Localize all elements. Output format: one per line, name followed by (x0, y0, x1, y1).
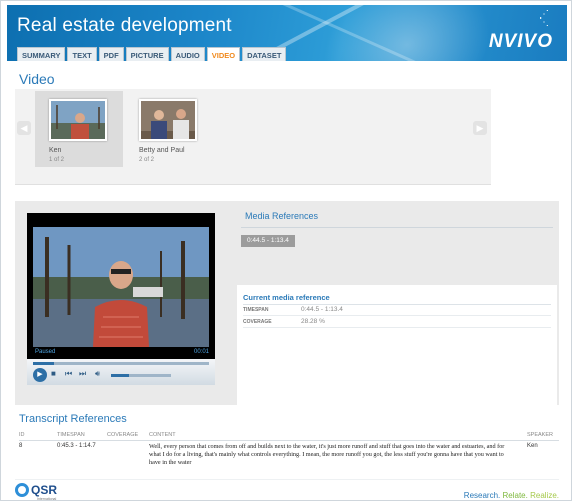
volume-icon[interactable]: 🔊︎ (95, 369, 100, 379)
divider (241, 227, 553, 228)
nvivo-logo-icon: ⋰ ⋱ (539, 9, 549, 28)
previous-icon[interactable]: ⏮ (65, 369, 72, 379)
current-reference-title: Current media reference (243, 293, 330, 302)
column-header-timespan: TIMESPAN (57, 432, 85, 438)
stop-icon[interactable]: ■ (51, 369, 56, 378)
row-key: COVERAGE (243, 319, 272, 325)
media-references-title: Media References (245, 211, 319, 221)
tab-dataset[interactable]: DATASET (242, 47, 287, 61)
current-media-reference-panel: Current media reference TIMESPAN 0:44.5 … (237, 285, 557, 405)
current-reference-row: COVERAGE 28.28 % (243, 317, 551, 328)
tagline-word: Research. (463, 491, 501, 500)
qsr-logo-icon (15, 483, 29, 497)
table-row[interactable]: 8 0:45.3 - 1:14.7 Well, every person tha… (19, 443, 559, 473)
qsr-logo-text: QSR (31, 483, 58, 497)
column-header-id: ID (19, 432, 25, 438)
video-frame[interactable] (33, 227, 209, 347)
video-player[interactable]: Paused 00:01 ▶ ■ ⏮ ⏭ 🔊︎ (27, 213, 215, 385)
player-status: Paused (35, 349, 56, 355)
player-status-bar: Paused 00:01 (27, 349, 215, 359)
media-reference-chip[interactable]: 0:44.5 - 1:13.4 (241, 235, 295, 247)
column-header-content: CONTENT (149, 432, 176, 438)
current-reference-row: TIMESPAN 0:44.5 - 1:13.4 (243, 305, 551, 316)
row-value: 28.28 % (301, 318, 325, 325)
thumbnail-name: Betty and Paul (139, 147, 185, 154)
divider (15, 479, 559, 480)
thumbnail-count: 1 of 2 (49, 157, 65, 163)
volume-slider[interactable] (111, 374, 171, 377)
app-window: Real estate development ⋰ ⋱ NVIVO SUMMARY… (0, 0, 572, 501)
cell-speaker: Ken (527, 443, 538, 449)
cell-content: Well, every person that comes from off a… (149, 443, 505, 466)
page-title: Real estate development (17, 15, 232, 36)
qsr-logo: QSR International (15, 483, 58, 501)
column-header-speaker: SPEAKER (527, 432, 553, 438)
play-icon[interactable]: ▶ (33, 368, 47, 382)
column-header-coverage: COVERAGE (107, 432, 139, 438)
cell-id: 8 (19, 443, 23, 449)
tab-summary[interactable]: SUMMARY (17, 47, 66, 61)
player-controls: ▶ ■ ⏮ ⏭ 🔊︎ (27, 359, 215, 385)
player-time: 00:01 (193, 349, 209, 355)
qsr-logo-subtext: International (37, 497, 57, 501)
tab-video[interactable]: VIDEO (206, 47, 241, 61)
header-banner: Real estate development ⋰ ⋱ NVIVO SUMMARY… (7, 5, 567, 61)
footer-tagline: Research. Relate. Realize. (464, 491, 559, 500)
media-panel: Paused 00:01 ▶ ■ ⏮ ⏭ 🔊︎ Media References… (15, 201, 559, 405)
row-value: 0:44.5 - 1:13.4 (301, 306, 343, 313)
thumbnail-count: 2 of 2 (139, 157, 155, 163)
next-icon[interactable]: ⏭ (79, 369, 86, 379)
ken-thumbnail-image (49, 99, 107, 141)
tab-pdf[interactable]: PDF (98, 47, 124, 61)
tab-bar: SUMMARY TEXT PDF PICTURE AUDIO VIDEO DAT… (17, 47, 287, 61)
transcript-table-header: ID TIMESPAN COVERAGE CONTENT SPEAKER (19, 431, 559, 441)
tab-picture[interactable]: PICTURE (125, 47, 169, 61)
video-thumbnail-ken[interactable]: Ken 1 of 2 (35, 91, 123, 167)
next-arrow-icon[interactable]: ▶ (473, 121, 487, 135)
volume-level (111, 374, 129, 377)
prev-arrow-icon[interactable]: ◀ (17, 121, 31, 135)
video-thumbnail-betty-and-paul[interactable]: Betty and Paul 2 of 2 (125, 91, 213, 167)
transcript-references-title: Transcript References (19, 413, 127, 425)
video-thumbnail-strip: ◀ Ken 1 of 2 Betty and Paul 2 of 2 ▶ (15, 89, 491, 185)
cell-timespan: 0:45.3 - 1:14.7 (57, 443, 96, 449)
seek-bar[interactable] (33, 362, 209, 365)
tab-audio[interactable]: AUDIO (170, 47, 205, 61)
tab-text[interactable]: TEXT (67, 47, 97, 61)
tagline-word: Relate. (502, 491, 528, 500)
seek-progress (33, 362, 55, 365)
thumbnail-name: Ken (49, 147, 62, 154)
video-section-title: Video (19, 71, 55, 87)
nvivo-logo: NVIVO (488, 31, 553, 52)
row-key: TIMESPAN (243, 307, 269, 313)
tagline-word: Realize. (530, 491, 559, 500)
betty-paul-thumbnail-image (139, 99, 197, 141)
